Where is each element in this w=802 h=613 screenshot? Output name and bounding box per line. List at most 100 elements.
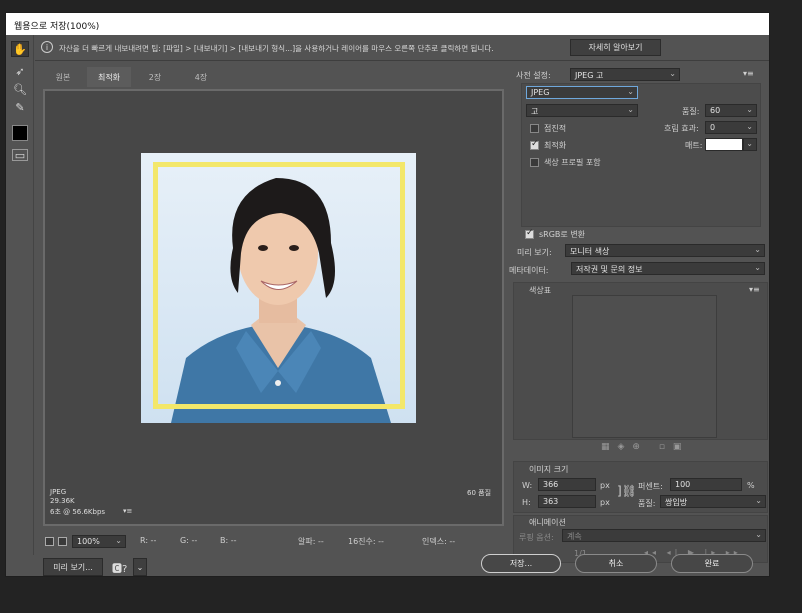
blue-readout: B: -- — [220, 536, 237, 545]
status-bar: 100% ⌄ R: -- G: -- B: -- 알파: -- 16진수: -- … — [43, 533, 506, 551]
format-select[interactable]: JPEG ⌄ — [526, 86, 638, 99]
embed-profile-checkbox[interactable] — [530, 158, 539, 167]
hex-readout: 16진수: -- — [348, 537, 384, 546]
format-settings-panel: JPEG⌄ 고⌄ 품질: 60⌄ 점진적 흐림 효과: 0⌄ 최적화 매트: ⌄… — [521, 83, 761, 227]
color-table-tools-icon[interactable]: ▦◈⊕ ▫▣ — [601, 442, 689, 452]
chevron-down-icon: ⌄ — [746, 122, 753, 131]
preview-size: 29.36K — [50, 497, 75, 505]
resample-select[interactable]: 쌍입방 ⌄ — [660, 495, 766, 508]
height-unit: px — [600, 498, 610, 507]
color-table-panel: 색상표 ▾≡ — [513, 282, 768, 440]
chevron-down-icon: ⌄ — [627, 105, 634, 114]
zoom-tool-icon[interactable]: 🔍︎ — [11, 81, 29, 97]
percent-label: 퍼센트: — [638, 482, 663, 491]
tab-optimized[interactable]: 최적화 — [87, 67, 131, 87]
preview-area[interactable]: JPEG 29.36K 6초 @ 56.6Kbps ▾≡ 60 품질 — [43, 89, 504, 526]
toggle-slices-icon[interactable]: ▭ — [12, 149, 28, 162]
learn-more-button[interactable]: 자세히 알아보기 — [570, 39, 661, 56]
tab-4up[interactable]: 4장 — [179, 67, 223, 87]
link-icon[interactable]: ]⛓ — [617, 484, 637, 498]
tab-original[interactable]: 원본 — [41, 67, 85, 87]
metadata-label: 메타데이터: — [509, 266, 549, 275]
eyedropper-color-swatch[interactable] — [12, 125, 28, 141]
chevron-down-icon: ⌄ — [755, 496, 762, 505]
loop-label: 루핑 옵션: — [519, 533, 554, 542]
alpha-readout: 알파: -- — [298, 537, 324, 546]
toolbox: ✋ ➶ 🔍︎ ✎ ▭ — [6, 35, 34, 555]
matte-color-swatch[interactable] — [705, 138, 743, 151]
loop-select[interactable]: 계속 ⌄ — [562, 529, 766, 542]
optimized-label: 최적화 — [544, 141, 567, 150]
slice-select-tool-icon[interactable]: ➶ — [11, 63, 29, 79]
optimized-checkbox[interactable] — [530, 139, 539, 150]
embed-profile-label: 색상 프로필 포함 — [544, 158, 601, 167]
preview-in-browser-button[interactable]: 미리 보기... — [43, 558, 103, 576]
chevron-down-icon: ⌄ — [746, 105, 753, 114]
srgb-label: sRGB로 변환 — [539, 230, 586, 239]
matte-dropdown[interactable]: ⌄ — [743, 138, 757, 151]
matte-label: 매트: — [685, 141, 703, 150]
preview-menu-icon[interactable]: ▾≡ — [123, 507, 132, 515]
preview-color-select[interactable]: 모니터 색상 ⌄ — [565, 244, 765, 257]
settings-panel: 사전 설정: JPEG 고 ⌄ ▾≡ JPEG ⌄ 고 ⌄ 품질: 60 ⌄ 점진적 흐… — [509, 67, 768, 563]
quality-preset-select[interactable]: 고 ⌄ — [526, 104, 638, 117]
chevron-down-icon: ⌄ — [669, 69, 676, 78]
percent-input[interactable]: 100 — [670, 478, 742, 491]
info-icon: i — [41, 41, 53, 53]
eyedropper-tool-icon[interactable]: ✎ — [11, 99, 29, 115]
browser-dropdown-icon[interactable]: ⌄ — [133, 558, 147, 576]
preview-download-time: 6초 @ 56.6Kbps — [50, 508, 106, 516]
browser-icon[interactable]: 🅲? — [112, 560, 127, 575]
chevron-down-icon: ⌄ — [754, 245, 761, 254]
height-input[interactable]: 363 — [538, 495, 596, 508]
preview-format: JPEG — [50, 488, 67, 496]
preview-image — [141, 153, 416, 423]
hand-tool-icon[interactable]: ✋ — [11, 41, 29, 57]
index-readout: 인덱스: -- — [422, 537, 456, 546]
chevron-down-icon: ⌄ — [746, 139, 753, 148]
image-size-label: 이미지 크기 — [529, 465, 569, 474]
quality-label: 품질: — [682, 107, 700, 116]
color-table-label: 색상표 — [529, 286, 552, 295]
preset-label: 사전 설정: — [516, 71, 551, 80]
height-label: H: — [522, 498, 531, 507]
done-button[interactable]: 완료 — [671, 554, 753, 573]
blur-label: 흐림 효과: — [664, 124, 699, 133]
srgb-checkbox[interactable] — [525, 228, 534, 239]
color-table-menu-icon[interactable]: ▾≡ — [749, 285, 760, 294]
zoom-out-icon[interactable] — [45, 537, 54, 546]
preset-menu-icon[interactable]: ▾≡ — [743, 69, 754, 78]
color-table-grid — [572, 295, 717, 438]
progressive-checkbox[interactable] — [530, 124, 539, 133]
red-readout: R: -- — [140, 536, 157, 545]
yellow-frame — [153, 162, 405, 409]
view-tabs: 원본 최적화 2장 4장 — [41, 67, 505, 87]
save-for-web-dialog: 웹용으로 저장(100%) ✋ ➶ 🔍︎ ✎ ▭ i 자산을 더 빠르게 내보내… — [5, 12, 770, 577]
metadata-select[interactable]: 저작권 및 문의 정보 ⌄ — [571, 262, 765, 275]
percent-unit: % — [747, 481, 755, 490]
width-input[interactable]: 366 — [538, 478, 596, 491]
window-title: 웹용으로 저장(100%) — [6, 13, 769, 35]
tab-2up[interactable]: 2장 — [133, 67, 177, 87]
resample-label: 품질: — [638, 499, 656, 508]
zoom-in-icon[interactable] — [58, 537, 67, 546]
info-bar: i 자산을 더 빠르게 내보내려면 팁: [파일] > [내보내기] > [내보… — [35, 35, 769, 61]
chevron-down-icon: ⌄ — [755, 530, 762, 539]
preview-color-label: 미리 보기: — [517, 248, 552, 257]
width-unit: px — [600, 481, 610, 490]
width-label: W: — [522, 481, 533, 490]
green-readout: G: -- — [180, 536, 198, 545]
animation-label: 애니메이션 — [529, 518, 566, 527]
quality-input[interactable]: 60 ⌄ — [705, 104, 757, 117]
blur-input[interactable]: 0 ⌄ — [705, 121, 757, 134]
chevron-down-icon: ⌄ — [627, 87, 634, 96]
save-button[interactable]: 저장... — [481, 554, 561, 573]
progressive-label: 점진적 — [544, 124, 567, 133]
chevron-down-icon: ⌄ — [115, 536, 122, 545]
info-message: 자산을 더 빠르게 내보내려면 팁: [파일] > [내보내기] > [내보내기… — [59, 44, 494, 53]
preset-select[interactable]: JPEG 고 ⌄ — [570, 68, 680, 81]
preview-quality: 60 품질 — [467, 489, 492, 497]
cancel-button[interactable]: 취소 — [575, 554, 657, 573]
chevron-down-icon: ⌄ — [754, 263, 761, 272]
zoom-select[interactable]: 100% ⌄ — [72, 535, 126, 548]
